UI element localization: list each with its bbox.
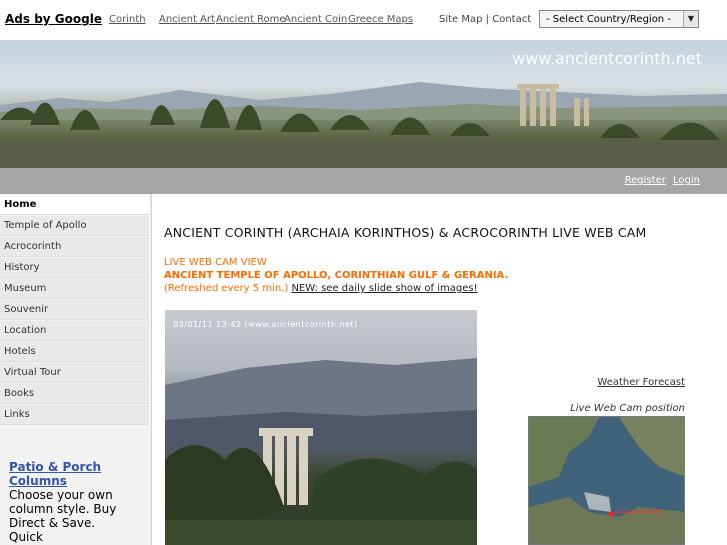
weather-forecast-link[interactable]: Weather Forecast [597, 377, 685, 388]
auth-links: Register Login [621, 175, 700, 186]
webcam-image: 03/01/11 13:42 (www.ancientcorinth.net) [165, 310, 477, 545]
ad-link-greece-maps[interactable]: Greece Maps [348, 14, 413, 25]
ad-link-ancient-art[interactable]: Ancient Art [159, 14, 215, 25]
nav-separator: | [485, 14, 490, 25]
country-select[interactable]: - Select Country/Region - ▼ [539, 10, 699, 28]
ads-by-google-label[interactable]: Ads by Google [5, 12, 102, 26]
main-content: ANCIENT CORINTH (ARCHAIA KORINTHOS) & AC… [152, 194, 727, 545]
chevron-down-icon: ▼ [683, 11, 698, 27]
sidebar-item-hotels[interactable]: Hotels [0, 342, 149, 362]
top-bar: Ads by Google Corinth Ancient Art Ancien… [0, 0, 727, 40]
sidebar-nav: Home Temple of Apollo Acrocorinth Histor… [0, 194, 152, 545]
ad-body: Choose your own column style. Buy Direct… [9, 488, 117, 544]
webcam-timestamp: 03/01/11 13:42 (www.ancientcorinth.net) [173, 320, 358, 329]
ad-link-ancient-coin[interactable]: Ancient Coin [284, 14, 347, 25]
sidebar-item-location[interactable]: Location [0, 321, 149, 341]
sidebar-item-acrocorinth[interactable]: Acrocorinth [0, 237, 149, 257]
site-url: www.ancientcorinth.net [512, 49, 702, 68]
auth-bar: Register Login [0, 168, 727, 194]
sidebar-item-history[interactable]: History [0, 258, 149, 278]
sidebar-ad: Patio & Porch Columns Choose your own co… [9, 460, 129, 544]
sidebar-item-temple-of-apollo[interactable]: Temple of Apollo [0, 216, 149, 236]
map-location-label: Ancient Corinth [615, 509, 662, 516]
country-select-value: - Select Country/Region - [546, 14, 671, 25]
ad-title-line1[interactable]: Patio & Porch [9, 460, 129, 474]
register-link[interactable]: Register [625, 175, 666, 186]
satellite-map [529, 417, 684, 544]
slideshow-link[interactable]: NEW: see daily slide show of images! [291, 283, 477, 294]
page-title: ANCIENT CORINTH (ARCHAIA KORINTHOS) & AC… [164, 225, 647, 240]
sidebar-item-books[interactable]: Books [0, 384, 149, 404]
live-webcam-label: LIVE WEB CAM VIEW [164, 257, 267, 268]
webcam-position-label: Live Web Cam position [570, 403, 685, 414]
sidebar-item-museum[interactable]: Museum [0, 279, 149, 299]
webcam-subtitle: ANCIENT TEMPLE OF APOLLO, CORINTHIAN GUL… [164, 270, 509, 281]
login-link[interactable]: Login [673, 175, 700, 186]
ad-link-corinth[interactable]: Corinth [109, 14, 146, 25]
contact-link[interactable]: Contact [492, 14, 531, 25]
header-banner: www.ancientcorinth.net [0, 40, 727, 168]
refresh-line: (Refreshed every 5 min.) NEW: see daily … [164, 283, 478, 294]
refresh-note: (Refreshed every 5 min.) [164, 283, 289, 294]
ad-title-line2[interactable]: Columns [9, 474, 129, 488]
sidebar-item-home[interactable]: Home [0, 195, 149, 215]
ad-link-ancient-rome[interactable]: Ancient Rome [216, 14, 286, 25]
sidebar-item-virtual-tour[interactable]: Virtual Tour [0, 363, 149, 383]
sidebar-item-links[interactable]: Links [0, 405, 149, 425]
sidebar-item-souvenir[interactable]: Souvenir [0, 300, 149, 320]
sitemap-link[interactable]: Site Map [439, 14, 482, 25]
webcam-scene [165, 358, 477, 545]
webcam-position-map[interactable]: Ancient Corinth [528, 416, 685, 545]
top-nav: Site Map | Contact [439, 14, 531, 25]
